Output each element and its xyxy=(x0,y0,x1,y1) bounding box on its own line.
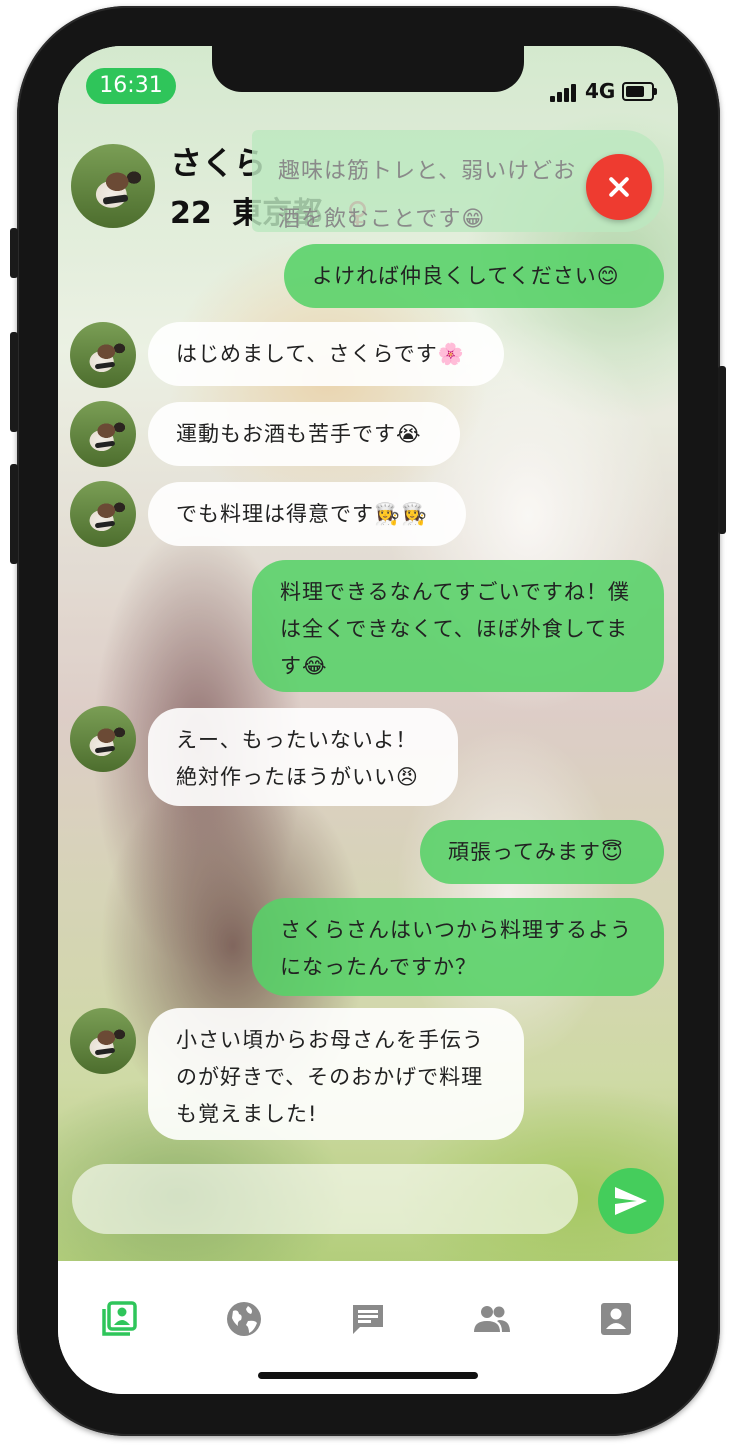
message-bubble-incoming: えー、もったいないよ！絶対作ったほうがいい😠 xyxy=(148,708,458,806)
message-avatar[interactable] xyxy=(70,322,136,388)
mute-switch xyxy=(10,228,18,278)
message-bubble-incoming: でも料理は得意です👩‍🍳👩‍🍳 xyxy=(148,482,466,546)
message-avatar[interactable] xyxy=(70,706,136,772)
home-indicator xyxy=(258,1372,478,1379)
signal-icon xyxy=(550,82,580,102)
notification-text: 趣味は筋トレと、弱いけどお酒を飲むことです😁 xyxy=(278,159,577,232)
tab-messages[interactable] xyxy=(348,1299,388,1339)
account-icon xyxy=(601,1303,631,1335)
message-avatar[interactable] xyxy=(70,481,136,547)
notch xyxy=(212,46,524,92)
tab-profile-cards[interactable] xyxy=(100,1299,140,1339)
tab-explore[interactable] xyxy=(224,1299,264,1339)
message-bubble-incoming: 運動もお酒も苦手です😭 xyxy=(148,402,460,466)
power-button xyxy=(718,366,726,534)
app-screen: 16:31 4G さくら 22 東京都 ♀ 趣味は筋トレと、弱いけどお酒を飲むこ… xyxy=(58,46,678,1394)
message-bubble-outgoing: 料理できるなんてすごいですね！僕は全くできなくて、ほぼ外食してます😂 xyxy=(252,560,664,692)
people-icon xyxy=(474,1306,510,1332)
profile-avatar[interactable] xyxy=(71,144,155,228)
globe-icon xyxy=(227,1302,261,1336)
message-avatar[interactable] xyxy=(70,1008,136,1074)
tab-account[interactable] xyxy=(596,1299,636,1339)
message-bubble-outgoing: さくらさんはいつから料理するようになったんですか？ xyxy=(252,898,664,996)
message-avatar[interactable] xyxy=(70,401,136,467)
send-button[interactable] xyxy=(598,1168,664,1234)
chat-icon xyxy=(353,1305,383,1334)
message-bubble-outgoing: 頑張ってみます😇 xyxy=(420,820,664,884)
status-time: 16:31 xyxy=(86,68,176,104)
battery-icon xyxy=(622,82,657,101)
volume-down-button xyxy=(10,464,18,564)
send-icon xyxy=(615,1187,647,1215)
tab-friends[interactable] xyxy=(472,1299,512,1339)
volume-up-button xyxy=(10,332,18,432)
message-bubble-incoming: 小さい頃からお母さんを手伝うのが好きで、そのおかげで料理も覚えました! xyxy=(148,1008,524,1140)
profile-age: 22 xyxy=(170,196,212,231)
close-notification-button[interactable] xyxy=(586,154,652,220)
profile-card-icon xyxy=(102,1301,137,1336)
message-input[interactable] xyxy=(72,1164,578,1234)
network-label: 4G xyxy=(585,79,616,103)
message-bubble-incoming: はじめまして、さくらです🌸 xyxy=(148,322,504,386)
message-bubble-outgoing: よければ仲良くしてください😊 xyxy=(284,244,664,308)
